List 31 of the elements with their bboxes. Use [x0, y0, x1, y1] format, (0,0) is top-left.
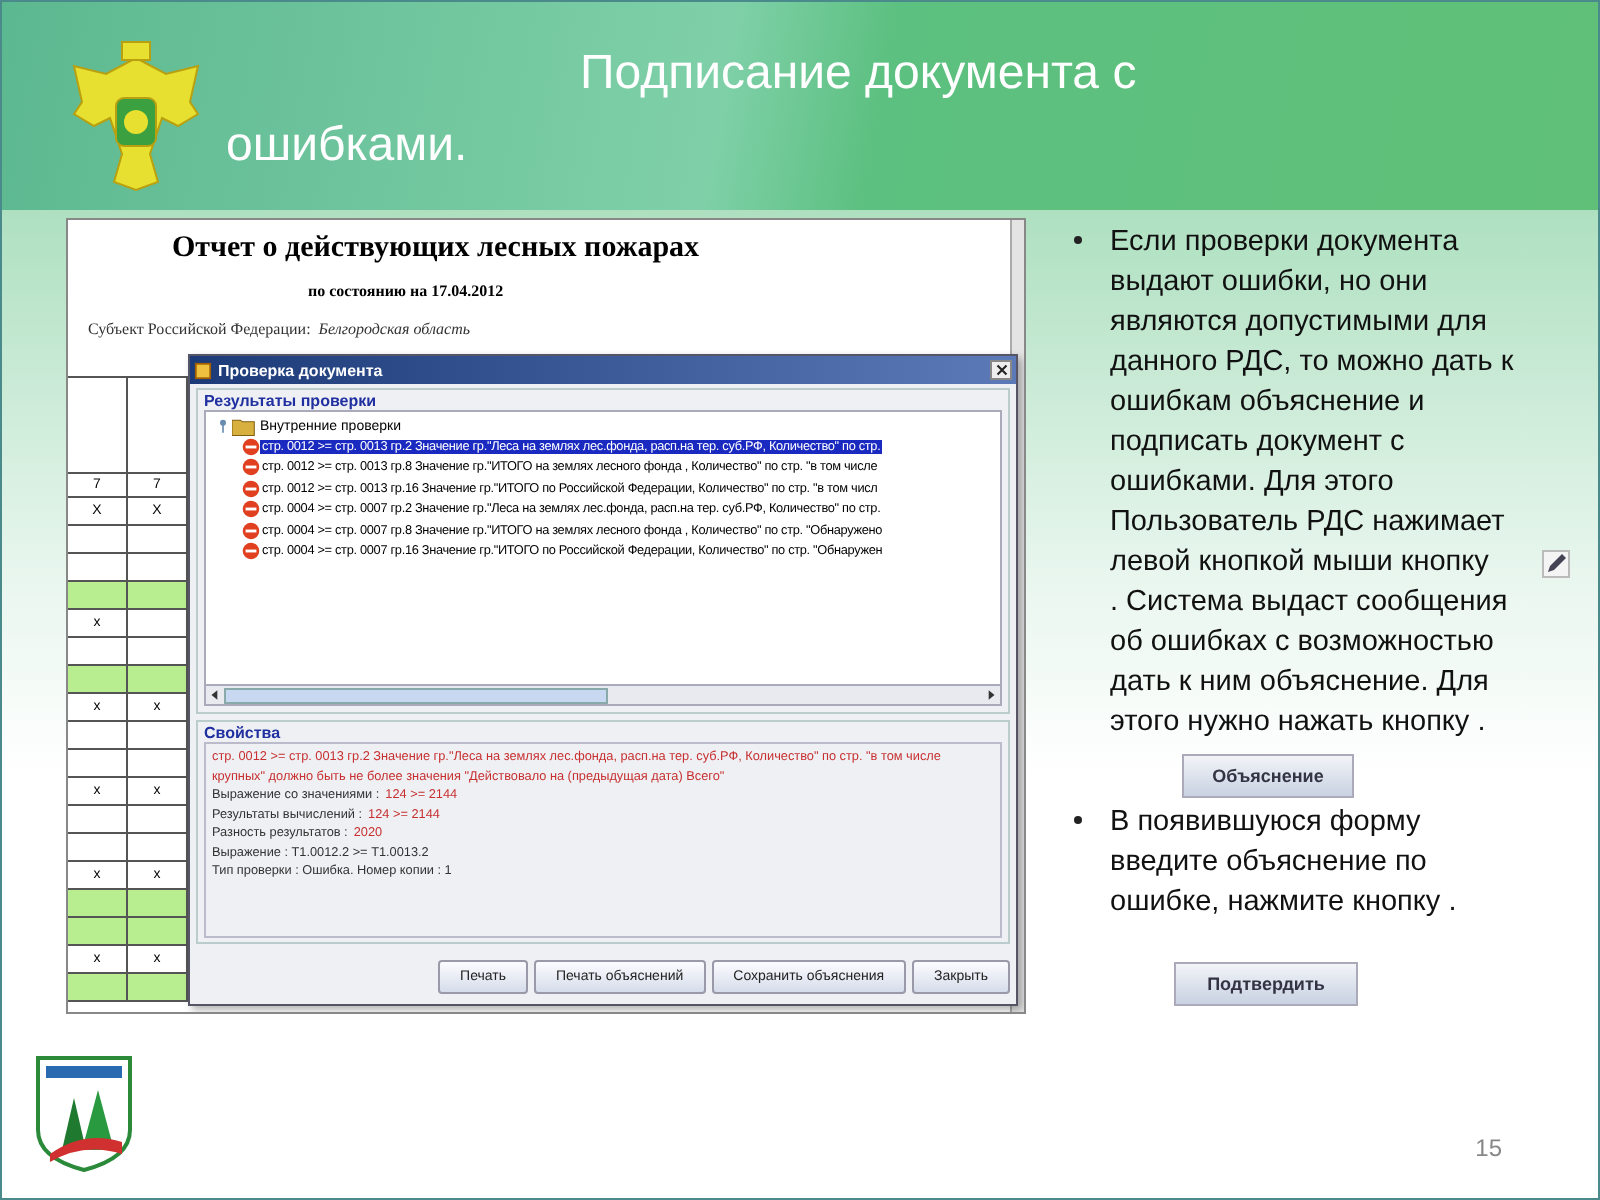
expand-handle-icon[interactable]	[218, 418, 228, 434]
folder-icon	[232, 417, 256, 435]
subject-label: Субъект Российской Федерации:	[88, 320, 311, 338]
slide-title: Подписание документа с ошибками.	[226, 44, 1139, 176]
properties-title: Свойства	[204, 724, 283, 742]
instruction-text: В появившуюся форму введите объяснение по ошибке, нажмите кнопку .	[1110, 804, 1459, 922]
report-date: по состоянию на 17.04.2012	[308, 282, 506, 300]
error-icon	[242, 521, 260, 540]
forest-logo-drawing	[34, 1054, 134, 1174]
error-icon	[242, 437, 260, 456]
subject-value: Белгородская область	[318, 320, 471, 338]
explanation-button[interactable]: Объяснение	[1182, 754, 1354, 798]
close-button[interactable]	[990, 360, 1012, 380]
report-title: Отчет о действующих лесных пожарах	[172, 232, 702, 266]
horizontal-scrollbar[interactable]	[206, 684, 1000, 704]
error-icon	[242, 479, 260, 498]
confirm-button[interactable]: Подтвердить	[1174, 962, 1358, 1006]
scroll-left-icon[interactable]	[208, 688, 222, 702]
instruction-text: . Система выдаст сообщения об ошибках с возможностью дать к ним объяснение. Для этого нужно нажать кнопку .	[1110, 584, 1510, 742]
dialog-title: Проверка документа	[218, 361, 383, 379]
error-icon	[242, 458, 260, 477]
page-number: 15	[1475, 1134, 1502, 1162]
bullet-icon	[1074, 816, 1082, 824]
java-icon	[194, 361, 212, 379]
scroll-right-icon[interactable]	[984, 688, 998, 702]
bullet-icon	[1074, 236, 1082, 244]
results-title: Результаты проверки	[204, 392, 379, 410]
instruction-text: Если проверки документа выдают ошибки, но они являются допустимыми для данного РДС, то можно дать к ошибкам объяснение и подписать документ с ошибками. Для этого Пользователь РДС нажимает левой кнопкой мыши кнопку	[1110, 224, 1516, 582]
error-icon	[242, 500, 260, 519]
error-icon	[242, 542, 260, 561]
pencil-icon	[1542, 550, 1570, 578]
